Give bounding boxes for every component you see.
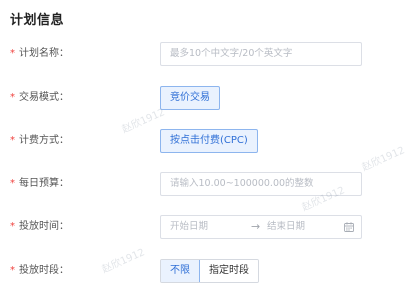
- trade-mode-bidding-option[interactable]: 竞价交易: [160, 86, 220, 110]
- schedule-period-toggle: 不限 指定时段: [160, 259, 259, 283]
- schedule-period-label: * 投放时段：: [10, 259, 69, 283]
- schedule-date-label: * 投放时间：: [10, 215, 69, 239]
- daily-budget-placeholder: 请输入10.00~100000.00的整数: [170, 178, 314, 189]
- daily-budget-label: * 每日预算：: [10, 172, 69, 196]
- start-date-input[interactable]: 开始日期: [170, 216, 208, 238]
- date-range-picker[interactable]: 开始日期 → 结束日期: [160, 215, 362, 239]
- plan-name-placeholder: 最多10个中文字/20个英文字: [170, 48, 293, 59]
- row-trade-mode: * 交易模式： 竞价交易: [0, 86, 418, 110]
- period-unlimited-button[interactable]: 不限: [161, 260, 200, 282]
- required-mark: *: [10, 48, 15, 59]
- trade-mode-label: * 交易模式：: [10, 86, 69, 110]
- end-date-input[interactable]: 结束日期: [267, 216, 305, 238]
- calendar-icon[interactable]: [344, 222, 354, 232]
- row-daily-budget: * 每日预算： 请输入10.00~100000.00的整数: [0, 172, 418, 196]
- plan-name-input[interactable]: 最多10个中文字/20个英文字: [160, 42, 362, 66]
- required-mark: *: [10, 265, 15, 276]
- required-mark: *: [10, 92, 15, 103]
- arrow-right-icon: →: [251, 220, 261, 233]
- plan-name-label: * 计划名称：: [10, 42, 69, 66]
- daily-budget-label-text: 每日预算：: [19, 178, 69, 189]
- row-schedule-date: * 投放时间： 开始日期 → 结束日期: [0, 215, 418, 239]
- required-mark: *: [10, 221, 15, 232]
- daily-budget-input[interactable]: 请输入10.00~100000.00的整数: [160, 172, 362, 196]
- section-title: 计划信息: [10, 13, 65, 28]
- schedule-period-label-text: 投放时段：: [19, 265, 69, 276]
- schedule-date-label-text: 投放时间：: [19, 221, 69, 232]
- required-mark: *: [10, 178, 15, 189]
- billing-label-text: 计费方式：: [19, 135, 69, 146]
- period-custom-button[interactable]: 指定时段: [200, 260, 258, 282]
- trade-mode-label-text: 交易模式：: [19, 92, 69, 103]
- billing-cpc-option[interactable]: 按点击付费(CPC): [160, 129, 258, 153]
- required-mark: *: [10, 135, 15, 146]
- row-plan-name: * 计划名称： 最多10个中文字/20个英文字: [0, 42, 418, 66]
- plan-name-label-text: 计划名称：: [19, 48, 69, 59]
- row-schedule-period: * 投放时段： 不限 指定时段: [0, 259, 418, 283]
- billing-label: * 计费方式：: [10, 129, 69, 153]
- row-billing: * 计费方式： 按点击付费(CPC): [0, 129, 418, 153]
